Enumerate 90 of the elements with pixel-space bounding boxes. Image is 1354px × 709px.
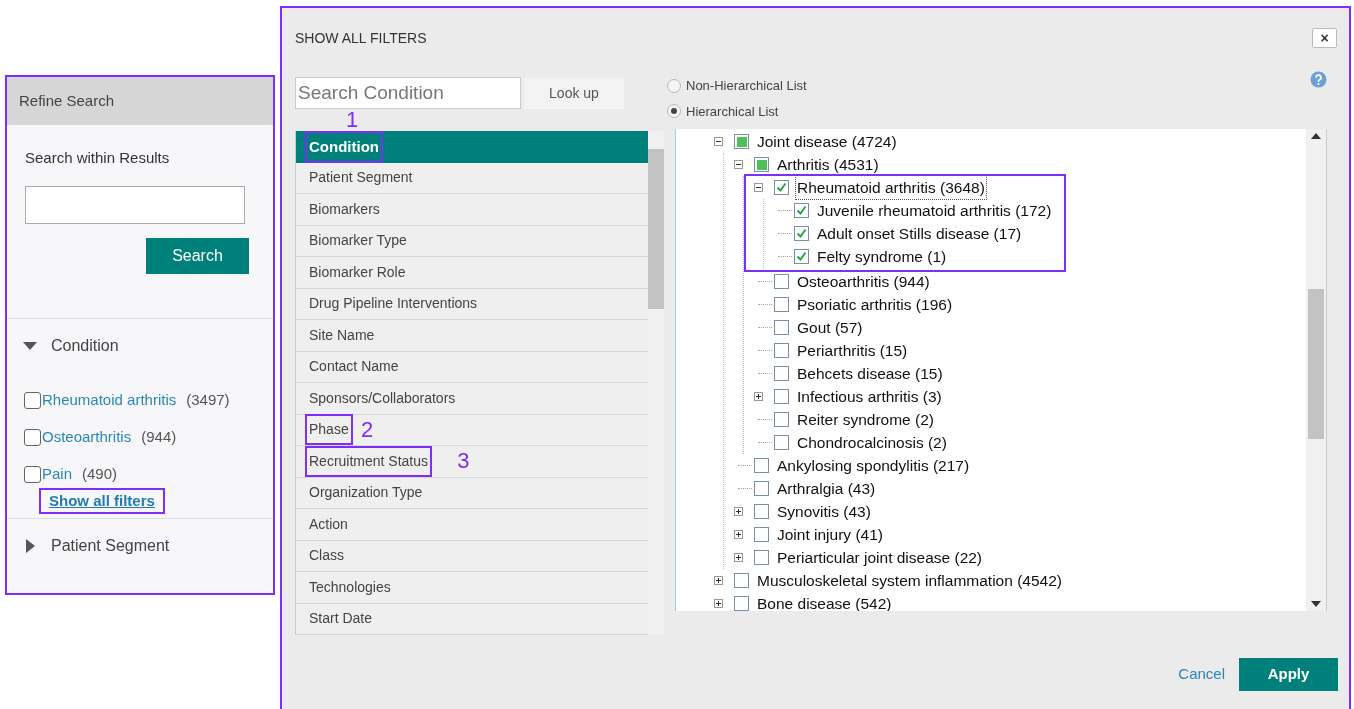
checkbox[interactable] xyxy=(734,573,749,588)
tree-item-label[interactable]: Joint injury (41) xyxy=(776,522,884,547)
checkbox[interactable] xyxy=(794,226,809,241)
filter-category[interactable]: Class xyxy=(307,542,346,570)
checkbox[interactable] xyxy=(774,366,789,381)
count-label: (944) xyxy=(141,426,177,447)
count-label: (490) xyxy=(82,463,118,484)
tree-item-label[interactable]: Arthritis (4531) xyxy=(776,152,880,177)
close-button[interactable]: × xyxy=(1312,28,1337,48)
filter-category[interactable]: Start Date xyxy=(307,605,375,633)
show-all-filters-link[interactable]: Show all filters xyxy=(41,489,163,512)
callout-number: 2 xyxy=(361,418,374,441)
filter-link[interactable]: Pain xyxy=(42,462,73,486)
checkbox[interactable] xyxy=(794,203,809,218)
tree-item-label[interactable]: Ankylosing spondylitis (217) xyxy=(776,453,971,478)
checkbox[interactable] xyxy=(754,527,769,542)
radio-label: Non-Hierarchical List xyxy=(686,77,807,95)
checkbox[interactable] xyxy=(754,157,769,172)
expand-icon[interactable] xyxy=(754,392,763,401)
tree-item-label[interactable]: Reiter syndrome (2) xyxy=(796,407,935,432)
checkbox[interactable] xyxy=(754,458,769,473)
expand-icon[interactable] xyxy=(23,539,37,553)
tree-item-label[interactable]: Periarthritis (15) xyxy=(796,338,909,363)
dialog-title: SHOW ALL FILTERS xyxy=(295,28,427,48)
filter-link[interactable]: Rheumatoid arthritis xyxy=(42,388,177,412)
checkbox[interactable] xyxy=(774,180,789,195)
filter-category[interactable]: Recruitment Status xyxy=(307,447,431,475)
expand-icon[interactable] xyxy=(734,530,743,539)
tree-item-label[interactable]: Infectious arthritis (3) xyxy=(796,384,943,409)
checkbox[interactable] xyxy=(734,134,749,149)
callout-number: 1 xyxy=(346,109,359,131)
tree-item-label[interactable]: Behcets disease (15) xyxy=(796,361,944,386)
scrollbar[interactable] xyxy=(1306,129,1326,611)
collapse-icon[interactable] xyxy=(714,137,723,146)
expand-icon[interactable] xyxy=(714,576,723,585)
tree-item-label[interactable]: Juvenile rheumatoid arthritis (172) xyxy=(816,198,1053,223)
tree-item-label[interactable]: Psoriatic arthritis (196) xyxy=(796,292,954,317)
checkbox[interactable] xyxy=(754,504,769,519)
tree-item-label[interactable]: Periarticular joint disease (22) xyxy=(776,545,984,570)
tree-item-label[interactable]: Joint disease (4724) xyxy=(756,129,898,154)
expand-icon[interactable] xyxy=(734,553,743,562)
checkbox[interactable] xyxy=(24,428,41,446)
search-field[interactable]: Search Condition xyxy=(295,77,521,109)
tree-item-label[interactable]: Chondrocalcinosis (2) xyxy=(796,430,948,455)
search-button[interactable]: Search xyxy=(146,237,249,274)
collapse-icon[interactable] xyxy=(734,160,743,169)
tree-item-label[interactable]: Osteoarthritis (944) xyxy=(796,269,931,294)
tree-item-label[interactable]: Adult onset Stills disease (17) xyxy=(816,221,1023,246)
callout-number: 3 xyxy=(457,450,470,472)
count-label: (3497) xyxy=(186,389,230,410)
filter-category[interactable]: Phase xyxy=(307,416,351,444)
collapse-icon[interactable] xyxy=(754,183,763,192)
expand-icon[interactable] xyxy=(734,507,743,516)
scrollbar[interactable] xyxy=(648,131,664,635)
expand-icon[interactable] xyxy=(714,599,723,608)
filter-link[interactable]: Osteoarthritis xyxy=(42,425,132,449)
radio-button[interactable] xyxy=(667,104,681,119)
tree-item-label[interactable]: Synovitis (43) xyxy=(776,499,872,524)
filter-category[interactable]: Site Name xyxy=(307,321,377,349)
tree-item-label[interactable]: Arthralgia (43) xyxy=(776,476,877,501)
tree-item-label[interactable]: Rheumatoid arthritis (3648) xyxy=(796,175,986,200)
tree-item-label[interactable]: Gout (57) xyxy=(796,315,864,340)
checkbox[interactable] xyxy=(734,596,749,611)
checkbox[interactable] xyxy=(774,412,789,427)
checkbox[interactable] xyxy=(774,435,789,450)
apply-button[interactable]: Apply xyxy=(1239,658,1338,691)
help-icon[interactable] xyxy=(1310,71,1327,88)
tree-item-label[interactable]: Felty syndrome (1) xyxy=(816,244,948,269)
section-title[interactable]: Condition xyxy=(51,333,119,358)
filter-category[interactable]: Condition xyxy=(307,132,381,161)
filter-category[interactable]: Biomarkers xyxy=(307,195,382,223)
radio-button[interactable] xyxy=(667,78,681,93)
search-label: Search within Results xyxy=(25,148,171,168)
panel-header: Refine Search xyxy=(7,77,273,125)
tree-item-label[interactable]: Musculoskeletal system inflammation (4542) xyxy=(756,568,1063,593)
checkbox[interactable] xyxy=(774,343,789,358)
checkbox[interactable] xyxy=(774,297,789,312)
section-title[interactable]: Patient Segment xyxy=(51,534,170,558)
search-field[interactable] xyxy=(25,185,245,224)
checkbox[interactable] xyxy=(774,274,789,289)
checkbox[interactable] xyxy=(754,550,769,565)
lookup-button[interactable]: Look up xyxy=(524,77,624,109)
filter-category[interactable]: Action xyxy=(307,510,350,538)
checkbox[interactable] xyxy=(24,391,41,409)
checkbox[interactable] xyxy=(754,481,769,496)
checkbox[interactable] xyxy=(774,320,789,335)
checkbox[interactable] xyxy=(774,389,789,404)
radio-label: Hierarchical List xyxy=(686,102,779,121)
checkbox[interactable] xyxy=(794,249,809,264)
checkbox[interactable] xyxy=(24,465,41,483)
